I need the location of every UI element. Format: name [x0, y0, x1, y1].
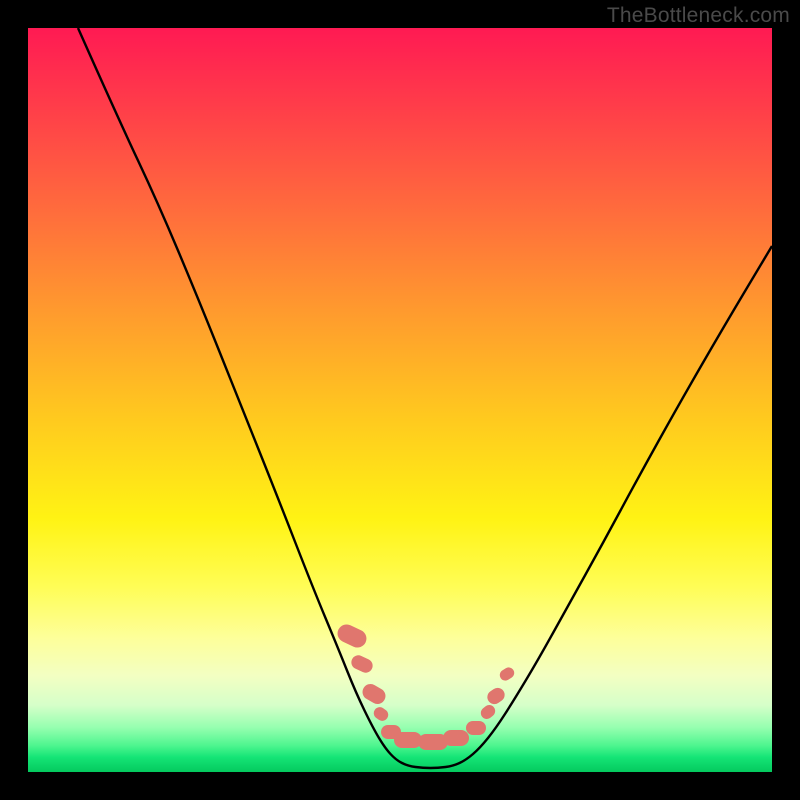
- bottleneck-curve: [28, 28, 772, 772]
- watermark-text: TheBottleneck.com: [607, 4, 790, 28]
- curve-marker-bottom-4: [466, 721, 486, 735]
- curve-marker-bottom-3: [443, 730, 469, 746]
- curve-path: [78, 28, 772, 768]
- plot-area: [28, 28, 772, 772]
- outer-frame: TheBottleneck.com: [0, 0, 800, 800]
